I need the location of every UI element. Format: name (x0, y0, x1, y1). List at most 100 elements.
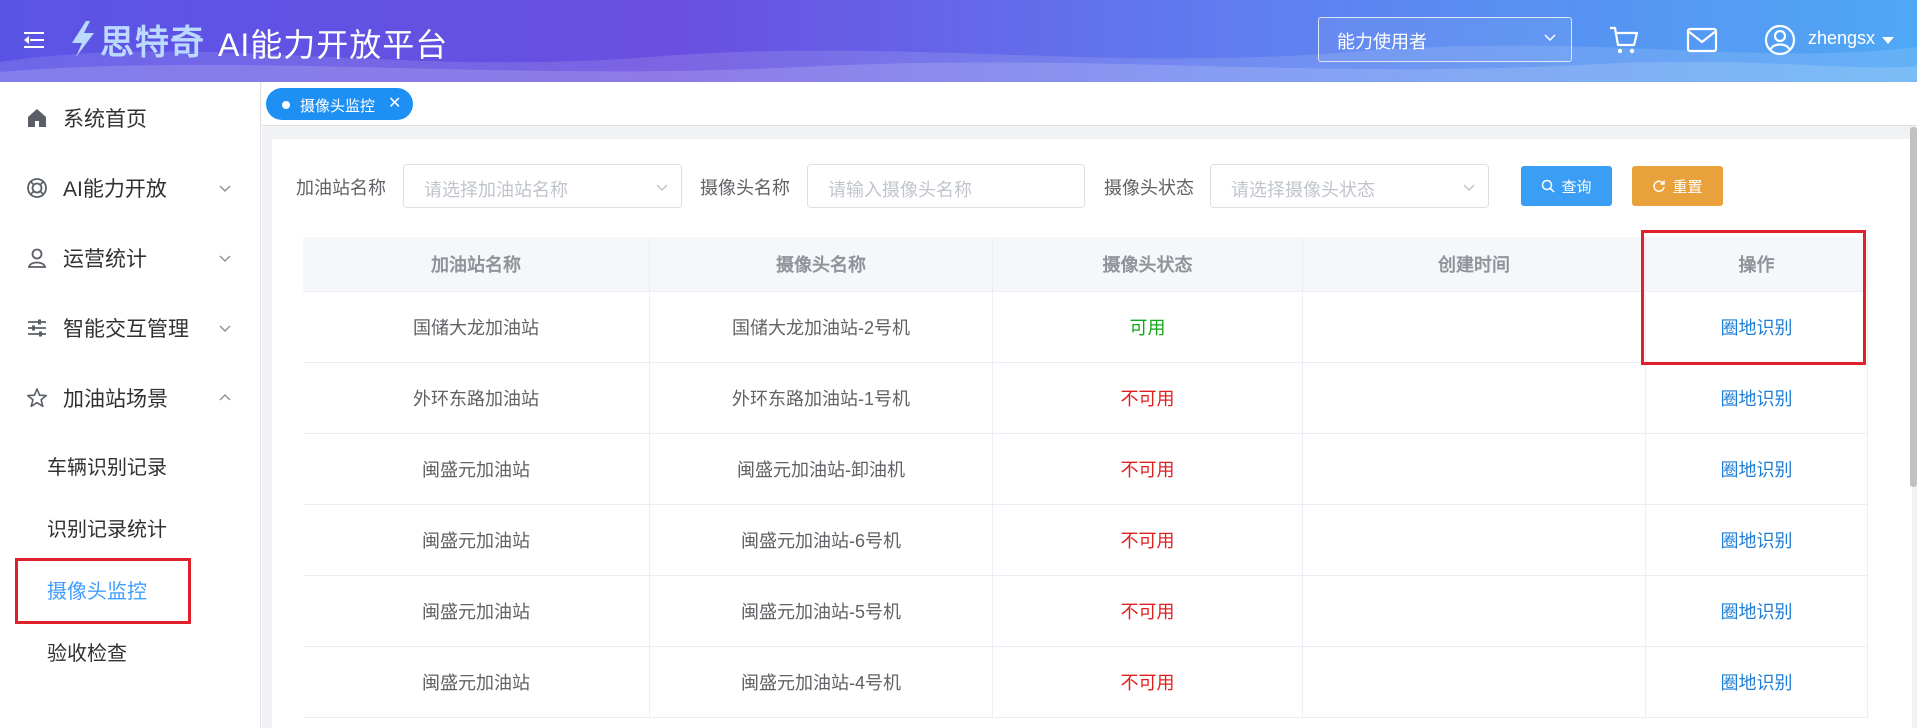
table-header-row: 加油站名称 摄像头名称 摄像头状态 创建时间 操作 (303, 237, 1868, 292)
status-filter-label: 摄像头状态 (1104, 178, 1194, 198)
highlight-box-action (1641, 230, 1866, 365)
cell-camera: 国储大龙加油站-2号机 (650, 292, 993, 362)
cell-status: 不可用 (993, 647, 1303, 717)
refresh-icon (1653, 180, 1666, 193)
chevron-down-icon (656, 184, 668, 192)
vertical-scrollbar[interactable] (1910, 127, 1917, 487)
chevron-down-icon (1463, 184, 1475, 192)
cell-camera: 闽盛元加油站-4号机 (650, 647, 993, 717)
sidebar-item-interaction[interactable]: 智能交互管理 (0, 298, 261, 358)
fence-recognition-link[interactable]: 圈地识别 (1646, 647, 1868, 717)
chevron-down-icon (1544, 34, 1556, 42)
station-filter-label: 加油站名称 (296, 178, 386, 198)
tab-camera-monitor[interactable]: 摄像头监控 ✕ (266, 88, 413, 120)
fence-recognition-link[interactable]: 圈地识别 (1646, 434, 1868, 504)
table-row: 闽盛元加油站 闽盛元加油站-5号机 不可用 圈地识别 (303, 576, 1868, 647)
logo-text: 思特奇 (100, 23, 205, 62)
sidebar-subitem-vehicle-records[interactable]: 车辆识别记录 (0, 440, 261, 490)
star-icon (26, 388, 48, 408)
username[interactable]: zhengsx (1808, 28, 1875, 49)
reset-button-label: 重置 (1672, 178, 1703, 196)
column-header-created: 创建时间 (1303, 237, 1646, 291)
user-avatar-icon[interactable] (1764, 24, 1796, 56)
highlight-box-sidebar (15, 558, 191, 624)
cell-station: 外环东路加油站 (303, 363, 650, 433)
table-row: 闽盛元加油站 闽盛元加油站-4号机 不可用 圈地识别 (303, 647, 1868, 718)
cell-created (1303, 434, 1646, 504)
cell-status: 可用 (993, 292, 1303, 362)
sidebar-item-label: 系统首页 (63, 108, 147, 131)
cell-created (1303, 505, 1646, 575)
cell-status: 不可用 (993, 434, 1303, 504)
column-header-station: 加油站名称 (303, 237, 650, 291)
sliders-icon (28, 319, 46, 337)
sidebar-subitem-record-stats[interactable]: 识别记录统计 (0, 502, 261, 552)
column-header-camera: 摄像头名称 (650, 237, 993, 291)
query-button-label: 查询 (1561, 178, 1592, 196)
close-icon[interactable]: ✕ (388, 93, 401, 113)
sidebar-item-stats[interactable]: 运营统计 (0, 228, 261, 288)
station-select[interactable]: 请选择加油站名称 (403, 164, 682, 208)
top-header: 思特奇 AI能力开放平台 能力使用者 zhengsx (0, 0, 1917, 82)
station-select-placeholder: 请选择加油站名称 (424, 180, 568, 200)
cell-created (1303, 292, 1646, 362)
platform-title: AI能力开放平台 (218, 27, 449, 63)
role-select[interactable]: 能力使用者 (1318, 17, 1572, 62)
sidebar-item-gas-station[interactable]: 加油站场景 (0, 368, 261, 428)
table-row: 闽盛元加油站 闽盛元加油站-6号机 不可用 圈地识别 (303, 505, 1868, 576)
company-logo: 思特奇 (68, 14, 205, 64)
cell-station: 闽盛元加油站 (303, 505, 650, 575)
fence-recognition-link[interactable]: 圈地识别 (1646, 576, 1868, 646)
logo-bolt-icon (72, 21, 94, 57)
tab-label: 摄像头监控 (300, 98, 376, 115)
cell-station: 闽盛元加油站 (303, 576, 650, 646)
sidebar-subitem-acceptance-check[interactable]: 验收检查 (0, 626, 261, 676)
cell-station: 国储大龙加油站 (303, 292, 650, 362)
cell-status: 不可用 (993, 363, 1303, 433)
sidebar-item-label: AI能力开放 (63, 178, 167, 201)
table-row: 闽盛元加油站 闽盛元加油站-卸油机 不可用 圈地识别 (303, 434, 1868, 505)
sidebar-item-ai[interactable]: AI能力开放 (0, 158, 261, 218)
cell-camera: 闽盛元加油站-卸油机 (650, 434, 993, 504)
cell-status: 不可用 (993, 505, 1303, 575)
menu-toggle-icon[interactable] (24, 30, 48, 50)
cell-status: 不可用 (993, 576, 1303, 646)
cart-icon[interactable] (1608, 24, 1640, 56)
camera-filter-label: 摄像头名称 (700, 178, 790, 198)
cell-station: 闽盛元加油站 (303, 434, 650, 504)
cell-camera: 外环东路加油站-1号机 (650, 363, 993, 433)
search-icon (1542, 179, 1556, 193)
status-select-placeholder: 请选择摄像头状态 (1231, 180, 1375, 200)
cell-camera: 闽盛元加油站-5号机 (650, 576, 993, 646)
cell-created (1303, 576, 1646, 646)
camera-name-input[interactable]: 请输入摄像头名称 (807, 164, 1085, 208)
query-button[interactable]: 查询 (1521, 166, 1612, 206)
sidebar-subitem-label: 验收检查 (47, 642, 127, 665)
sidebar-subitem-label: 识别记录统计 (47, 518, 167, 541)
sidebar: 系统首页 AI能力开放 运营统计 智能交互管理 加油站场景 车辆识别记录 识别记… (0, 82, 261, 728)
user-menu-caret-icon[interactable] (1882, 37, 1894, 44)
role-select-value: 能力使用者 (1337, 32, 1427, 52)
sidebar-subitem-label: 车辆识别记录 (47, 456, 167, 479)
status-select[interactable]: 请选择摄像头状态 (1210, 164, 1489, 208)
tags-view-bar: 摄像头监控 ✕ (262, 82, 1917, 126)
home-icon (28, 109, 46, 127)
chevron-up-icon (219, 393, 231, 401)
mail-icon[interactable] (1686, 27, 1718, 53)
chevron-down-icon (219, 185, 231, 193)
table-row: 外环东路加油站 外环东路加油站-1号机 不可用 圈地识别 (303, 363, 1868, 434)
user-stats-icon (27, 248, 47, 268)
cell-station: 闽盛元加油站 (303, 647, 650, 717)
cell-created (1303, 647, 1646, 717)
fence-recognition-link[interactable]: 圈地识别 (1646, 505, 1868, 575)
chevron-down-icon (219, 325, 231, 333)
sidebar-item-home[interactable]: 系统首页 (0, 88, 261, 148)
sidebar-item-label: 运营统计 (63, 248, 147, 271)
cell-camera: 闽盛元加油站-6号机 (650, 505, 993, 575)
camera-name-placeholder: 请输入摄像头名称 (828, 180, 972, 200)
reset-button[interactable]: 重置 (1632, 166, 1723, 206)
column-header-status: 摄像头状态 (993, 237, 1303, 291)
active-dot-icon (282, 101, 290, 109)
sidebar-item-label: 智能交互管理 (63, 318, 189, 341)
fence-recognition-link[interactable]: 圈地识别 (1646, 363, 1868, 433)
